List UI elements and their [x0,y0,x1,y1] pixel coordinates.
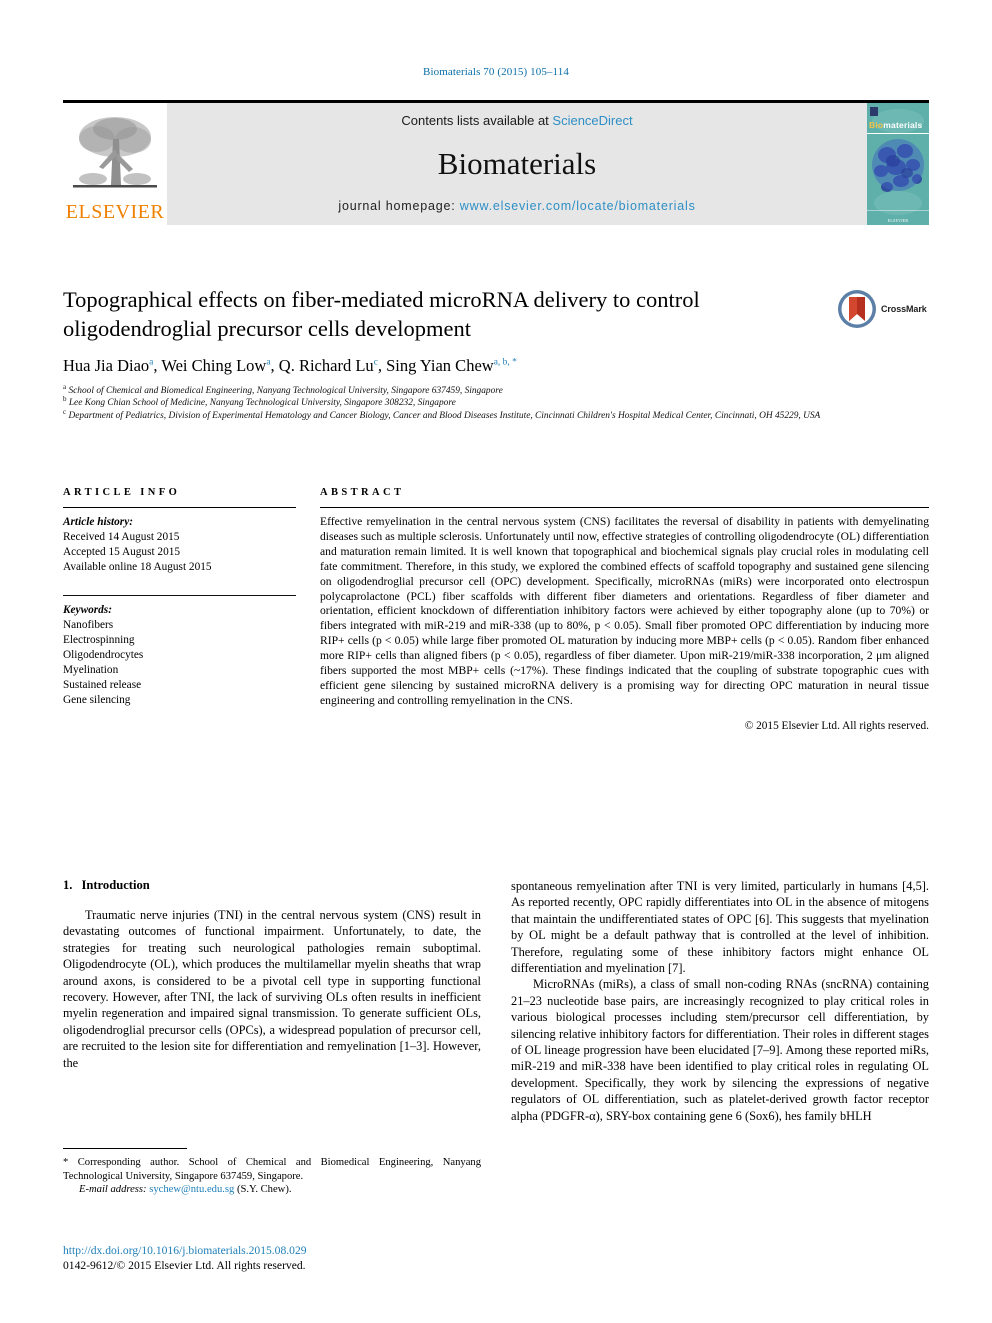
footnote-rule [63,1148,187,1149]
contents-prefix: Contents lists available at [401,113,553,128]
abstract-text: Effective remyelination in the central n… [320,515,929,707]
article-history-received: Received 14 August 2015 [63,531,180,543]
elsevier-tree-icon [69,109,161,201]
paper-page: Biomaterials 70 (2015) 105–114 ELSEVIER … [0,0,992,1323]
author-list: Hua Jia Diaoa, Wei Ching Lowa, Q. Richar… [63,356,929,376]
cover-divider-bottom [867,210,929,211]
affiliation-text: School of Chemical and Biomedical Engine… [68,386,503,396]
affiliation-item: b Lee Kong Chian School of Medicine, Nan… [63,395,903,409]
email-label: E-mail address: [79,1184,147,1196]
intro-paragraph-3: MicroRNAs (miRs), a class of small non-c… [511,977,929,1123]
keyword-item: Electrospinning [63,634,135,646]
crossmark-icon [838,290,876,328]
cover-divider [867,133,929,134]
sciencedirect-link[interactable]: ScienceDirect [552,113,632,128]
issn-copyright-line: 0142-9612/© 2015 Elsevier Ltd. All right… [63,1259,306,1272]
journal-title: Biomaterials [437,145,597,181]
journal-cover-thumbnail: Biomaterials ELSEVIER [867,103,929,225]
affiliation-item: c Department of Pediatrics, Division of … [63,407,903,422]
doi-link[interactable]: http://dx.doi.org/10.1016/j.biomaterials… [63,1243,493,1258]
footnote-corresponding-text: * Corresponding author. School of Chemic… [63,1157,481,1182]
abstract-heading: ABSTRACT [320,487,405,498]
article-history-accepted: Accepted 15 August 2015 [63,546,181,558]
article-history-label: Article history: [63,516,133,528]
intro-paragraph-1: Traumatic nerve injuries (TNI) in the ce… [63,908,481,1070]
journal-homepage-line: journal homepage: www.elsevier.com/locat… [338,199,695,213]
keyword-item: Oligodendrocytes [63,649,144,661]
cover-title-bio: Bio [869,120,884,130]
email-suffix: (S.Y. Chew). [236,1184,292,1196]
author-sep: , [377,356,387,375]
keyword-item: Gene silencing [63,694,131,706]
author-name: Hua Jia Diao [63,356,150,375]
keywords-label: Keywords: [63,604,112,616]
abstract-column: ABSTRACT Effective remyelination in the … [320,487,929,732]
intro-paragraph-2: spontaneous remyelination after TNI is v… [511,879,929,976]
section-title: Introduction [81,878,150,892]
keyword-item: Sustained release [63,679,142,691]
section-number: 1. [63,878,73,892]
info-abstract-band: ARTICLE INFO Article history: Received 1… [63,487,929,732]
keyword-item: Nanofibers [63,619,114,631]
affiliation-text: Department of Pediatrics, Division of Ex… [68,410,821,421]
homepage-prefix: journal homepage: [338,199,460,213]
cover-title: Biomaterials [867,120,929,130]
affiliation-mark: b [63,395,67,404]
author-name: Sing Yian Chew [386,356,494,375]
author-entry: Wei Ching Lowa, [161,356,278,375]
author-entry: Q. Richard Luc, [279,356,386,375]
elsevier-logo: ELSEVIER [63,103,167,225]
article-info-rule [63,507,296,508]
crossmark-label: CrossMark [881,304,927,314]
body-columns: 1. Introduction Traumatic nerve injuries … [63,878,929,1124]
cover-footer-text: ELSEVIER [887,218,909,223]
keyword-item: Myelination [63,664,119,676]
affiliation-list: a School of Chemical and Biomedical Engi… [63,382,903,422]
journal-masthead: ELSEVIER Contents lists available at Sci… [63,100,929,225]
corresponding-author-footnote: * Corresponding author. School of Chemic… [63,1148,481,1197]
body-column-left: 1. Introduction Traumatic nerve injuries … [63,878,481,1124]
article-header: Topographical effects on fiber-mediated … [63,285,929,422]
elsevier-wordmark: ELSEVIER [65,201,165,223]
author-name: Wei Ching Low [161,356,267,375]
footnote-email-line: E-mail address: sychew@ntu.edu.sg (S.Y. … [63,1183,481,1197]
author-entry: Sing Yian Chewa, b, * [386,356,517,375]
affiliation-item: a School of Chemical and Biomedical Engi… [63,382,903,397]
author-name: Q. Richard Lu [278,356,374,375]
crossmark-badge[interactable]: CrossMark [837,288,929,330]
contents-available-line: Contents lists available at ScienceDirec… [401,113,632,128]
author-entry: Hua Jia Diaoa, [63,356,161,375]
introduction-heading: 1. Introduction [63,878,481,893]
doi-block: http://dx.doi.org/10.1016/j.biomaterials… [63,1243,493,1273]
article-history-online: Available online 18 August 2015 [63,561,212,573]
article-info-heading: ARTICLE INFO [63,487,181,498]
article-info-column: ARTICLE INFO Article history: Received 1… [63,487,296,732]
running-head: Biomaterials 70 (2015) 105–114 [423,66,569,78]
author-affil-mark: a, b, * [493,357,517,368]
affiliation-mark: c [63,407,67,416]
abstract-copyright: © 2015 Elsevier Ltd. All rights reserved… [744,719,929,732]
masthead-contents: Contents lists available at ScienceDirec… [167,103,867,225]
article-title: Topographical effects on fiber-mediated … [63,287,700,341]
journal-homepage-link[interactable]: www.elsevier.com/locate/biomaterials [460,199,696,213]
email-link[interactable]: sychew@ntu.edu.sg [149,1184,234,1195]
abstract-rule [320,507,929,508]
author-sep: , [270,356,279,375]
cover-title-rest: materials [883,120,923,130]
body-column-right: spontaneous remyelination after TNI is v… [511,878,929,1124]
cover-publisher-mark [870,107,878,116]
affiliation-mark: a [63,382,67,391]
keywords-rule [63,595,296,596]
affiliation-text: Lee Kong Chian School of Medicine, Nanya… [68,398,456,409]
